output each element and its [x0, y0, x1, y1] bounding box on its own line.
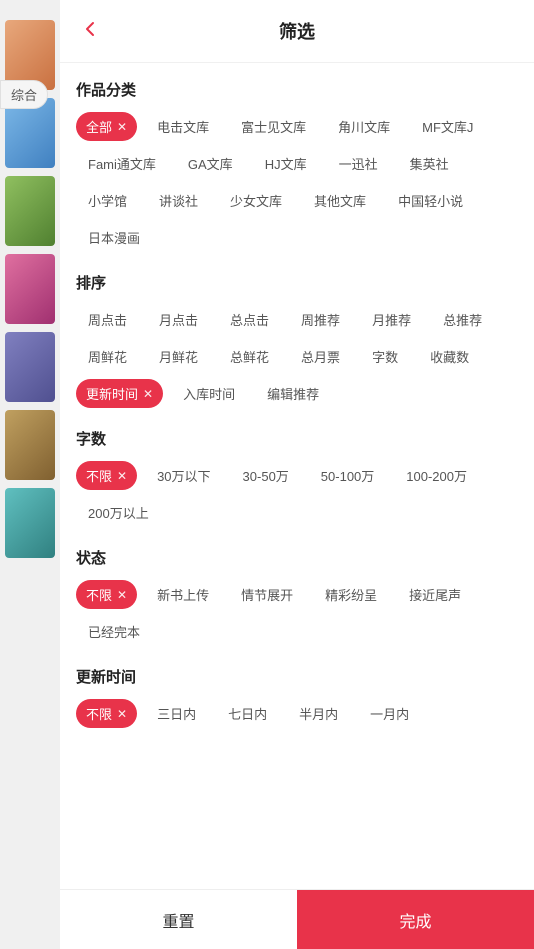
status-title: 状态	[76, 547, 518, 568]
tag-总月票[interactable]: 总月票	[289, 342, 352, 371]
update-time-tags: 不限✕ 三日内七日内半月内一月内	[76, 699, 518, 728]
tag-编辑推荐[interactable]: 编辑推荐	[255, 379, 331, 408]
category-section: 作品分类 全部✕ 电击文库富士见文库角川文库 MF文库J Fami通文库 GA文库 HJ文…	[76, 79, 518, 252]
tag-周推荐[interactable]: 周推荐	[289, 305, 352, 334]
header: 筛选	[60, 0, 534, 63]
tag-30万以下[interactable]: 30万以下	[145, 461, 222, 490]
tag-GA文库[interactable]: GA文库	[176, 149, 245, 178]
close-icon: ✕	[117, 588, 127, 602]
sort-title: 排序	[76, 272, 518, 293]
tag-情节展开[interactable]: 情节展开	[229, 580, 305, 609]
tag-入库时间[interactable]: 入库时间	[171, 379, 247, 408]
status-tags: 不限✕ 新书上传情节展开精彩纷呈接近尾声已经完本	[76, 580, 518, 646]
tag-少女文库[interactable]: 少女文库	[218, 186, 294, 215]
reset-button[interactable]: 重置	[60, 890, 297, 949]
sidebar-thumb-4[interactable]	[5, 254, 55, 324]
tag-精彩纷呈[interactable]: 精彩纷呈	[313, 580, 389, 609]
tag-七日内[interactable]: 七日内	[216, 699, 279, 728]
tag-总推荐[interactable]: 总推荐	[431, 305, 494, 334]
confirm-button[interactable]: 完成	[297, 890, 534, 949]
tag-小学馆[interactable]: 小学馆	[76, 186, 139, 215]
sidebar	[0, 0, 60, 949]
tag-其他文库[interactable]: 其他文库	[302, 186, 378, 215]
tag-字数[interactable]: 字数	[360, 342, 410, 371]
category-title: 作品分类	[76, 79, 518, 100]
tag-月点击[interactable]: 月点击	[147, 305, 210, 334]
close-icon: ✕	[117, 469, 127, 483]
tag-HJ文库[interactable]: HJ文库	[253, 149, 319, 178]
tag-一月内[interactable]: 一月内	[358, 699, 421, 728]
tag-不限[interactable]: 不限✕	[76, 461, 137, 490]
tag-总鲜花[interactable]: 总鲜花	[218, 342, 281, 371]
tag-周鲜花[interactable]: 周鲜花	[76, 342, 139, 371]
tag-一迅社[interactable]: 一迅社	[327, 149, 390, 178]
tag-新书上传[interactable]: 新书上传	[145, 580, 221, 609]
tag-30-50万[interactable]: 30-50万	[231, 461, 301, 490]
zonghe-badge[interactable]: 综合	[0, 80, 48, 109]
tag-更新时间[interactable]: 更新时间✕	[76, 379, 163, 408]
tag-富士见文库[interactable]: 富士见文库	[229, 112, 318, 141]
tag-Fami通文库[interactable]: Fami通文库	[76, 149, 168, 178]
update-time-section: 更新时间 不限✕ 三日内七日内半月内一月内	[76, 666, 518, 728]
sidebar-thumb-7[interactable]	[5, 488, 55, 558]
sort-section: 排序 周点击月点击总点击周推荐月推荐总推荐周鲜花月鲜花总鲜花总月票字数收藏数更新…	[76, 272, 518, 408]
tag-月鲜花[interactable]: 月鲜花	[147, 342, 210, 371]
close-icon: ✕	[117, 707, 127, 721]
tag-总点击[interactable]: 总点击	[218, 305, 281, 334]
tag-全部[interactable]: 全部✕	[76, 112, 137, 141]
wordcount-title: 字数	[76, 428, 518, 449]
sidebar-thumb-5[interactable]	[5, 332, 55, 402]
main-panel: 筛选 作品分类 全部✕ 电击文库富士见文库角川文库 MF文库J Fami通文库 GA文库…	[60, 0, 534, 949]
status-section: 状态 不限✕ 新书上传情节展开精彩纷呈接近尾声已经完本	[76, 547, 518, 646]
tag-周点击[interactable]: 周点击	[76, 305, 139, 334]
close-icon: ✕	[117, 120, 127, 134]
tag-日本漫画[interactable]: 日本漫画	[76, 223, 152, 252]
tag-收藏数[interactable]: 收藏数	[418, 342, 481, 371]
tag-不限[interactable]: 不限✕	[76, 699, 137, 728]
tag-电击文库[interactable]: 电击文库	[145, 112, 221, 141]
tag-不限[interactable]: 不限✕	[76, 580, 137, 609]
tag-半月内[interactable]: 半月内	[287, 699, 350, 728]
footer: 重置 完成	[60, 889, 534, 949]
update-time-title: 更新时间	[76, 666, 518, 687]
tag-角川文库[interactable]: 角川文库	[326, 112, 402, 141]
sort-tags: 周点击月点击总点击周推荐月推荐总推荐周鲜花月鲜花总鲜花总月票字数收藏数更新时间✕…	[76, 305, 518, 408]
tag-100-200万[interactable]: 100-200万	[394, 461, 479, 490]
tag-MF文库J[interactable]: MF文库J	[410, 112, 485, 141]
tag-50-100万[interactable]: 50-100万	[309, 461, 386, 490]
tag-中国轻小说[interactable]: 中国轻小说	[386, 186, 475, 215]
tag-三日内[interactable]: 三日内	[145, 699, 208, 728]
back-button[interactable]	[76, 15, 104, 48]
tag-月推荐[interactable]: 月推荐	[360, 305, 423, 334]
page-title: 筛选	[279, 18, 315, 44]
wordcount-tags: 不限✕ 30万以下 30-50万 50-100万 100-200万 200万以上	[76, 461, 518, 527]
content-area: 作品分类 全部✕ 电击文库富士见文库角川文库 MF文库J Fami通文库 GA文库 HJ文…	[60, 63, 534, 889]
wordcount-section: 字数 不限✕ 30万以下 30-50万 50-100万 100-200万 200万以上	[76, 428, 518, 527]
tag-200万以上[interactable]: 200万以上	[76, 498, 161, 527]
close-icon: ✕	[143, 387, 153, 401]
sidebar-thumb-3[interactable]	[5, 176, 55, 246]
sidebar-thumb-6[interactable]	[5, 410, 55, 480]
tag-接近尾声[interactable]: 接近尾声	[397, 580, 473, 609]
tag-已经完本[interactable]: 已经完本	[76, 617, 152, 646]
tag-讲谈社[interactable]: 讲谈社	[147, 186, 210, 215]
category-tags: 全部✕ 电击文库富士见文库角川文库 MF文库J Fami通文库 GA文库 HJ文库一迅社集…	[76, 112, 518, 252]
tag-集英社[interactable]: 集英社	[398, 149, 461, 178]
